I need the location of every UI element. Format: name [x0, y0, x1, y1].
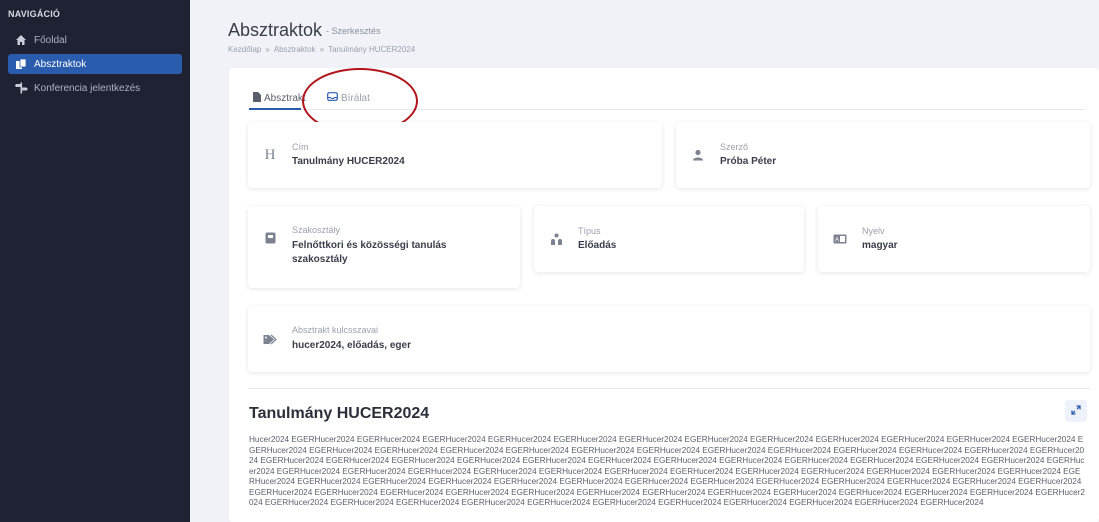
- card-label: Nyelv: [862, 226, 885, 236]
- expand-icon: [1071, 402, 1081, 420]
- tab-label: Absztrakt: [264, 93, 306, 104]
- document-body: Hucer2024 EGERHucer2024 EGERHucer2024 EG…: [249, 435, 1085, 507]
- sidebar-item-label: Főoldal: [34, 34, 67, 46]
- breadcrumb-current: Tanulmány HUCER2024: [328, 45, 416, 54]
- breadcrumb-absztraktok[interactable]: Absztraktok: [274, 45, 316, 54]
- nav-heading: NAVIGÁCIÓ: [8, 9, 61, 19]
- signpost-icon: [14, 81, 28, 95]
- breadcrumb-separator: »: [265, 45, 270, 54]
- breadcrumb-home[interactable]: Kezdőlap: [228, 45, 261, 54]
- card-szerzo: Szerző Próba Péter: [676, 122, 1090, 188]
- card-label: Cím: [292, 142, 309, 152]
- inbox-icon: [327, 92, 338, 104]
- card-label: Absztrakt kulcsszavai: [292, 325, 379, 335]
- sidebar-item-fooldal[interactable]: Főoldal: [8, 30, 182, 50]
- card-kulcsszavak: Absztrakt kulcsszavai hucer2024, előadás…: [248, 306, 1090, 372]
- section-divider: [248, 388, 1090, 389]
- page-title-text: Absztraktok: [228, 20, 323, 40]
- page-title: Absztraktok - Szerkesztés: [228, 20, 381, 41]
- page-subtitle: - Szerkesztés: [326, 26, 381, 37]
- card-tipus: Típus Előadás: [534, 206, 804, 272]
- sidebar: NAVIGÁCIÓ Főoldal Absztraktok Konferenci…: [0, 0, 190, 522]
- card-label: Szakosztály: [292, 225, 341, 235]
- card-value: Előadás: [578, 240, 617, 251]
- document-icon: [253, 92, 261, 105]
- breadcrumb-separator: »: [319, 45, 325, 54]
- tab-label: Bírálat: [341, 92, 370, 104]
- svg-text:A: A: [835, 238, 839, 244]
- breadcrumb: Kezdőlap » Absztraktok » Tanulmány HUCER…: [228, 45, 415, 54]
- card-value: magyar: [862, 240, 898, 251]
- home-icon: [14, 33, 28, 47]
- heading-icon: H: [264, 146, 276, 163]
- tab-bar: Absztrakt Bírálat: [249, 88, 1085, 110]
- expand-button[interactable]: [1065, 400, 1087, 422]
- card-value: Próba Péter: [720, 156, 777, 167]
- sidebar-item-label: Absztraktok: [34, 58, 87, 70]
- card-value: Felnőttkori és közösségi tanulás szakosz…: [292, 240, 447, 265]
- card-value: Tanulmány HUCER2024: [292, 156, 405, 167]
- user-icon: [690, 147, 706, 163]
- documents-icon: [14, 57, 28, 71]
- card-label: Típus: [578, 226, 601, 236]
- presentation-icon: [548, 231, 564, 247]
- tags-icon: [262, 331, 278, 347]
- book-icon: [262, 230, 278, 246]
- card-value: hucer2024, előadás, eger: [292, 340, 411, 351]
- tab-absztrakt[interactable]: Absztrakt: [253, 92, 306, 105]
- card-cim: H Cím Tanulmány HUCER2024: [248, 122, 662, 188]
- document-title: Tanulmány HUCER2024: [249, 405, 430, 422]
- language-icon: A: [832, 231, 848, 247]
- main-panel: Absztrakt Bírálat H Cím Tanulmány HUCER2…: [229, 68, 1099, 522]
- card-szakosztaly: Szakosztály Felnőttkori és közösségi tan…: [248, 206, 520, 288]
- card-nyelv: A Nyelv magyar: [818, 206, 1090, 272]
- active-tab-indicator: [249, 108, 301, 110]
- sidebar-item-label: Konferencia jelentkezés: [34, 82, 141, 94]
- sidebar-item-konferencia[interactable]: Konferencia jelentkezés: [8, 78, 182, 98]
- card-label: Szerző: [720, 142, 749, 152]
- tab-biralat[interactable]: Bírálat: [327, 92, 370, 104]
- sidebar-item-absztraktok[interactable]: Absztraktok: [8, 54, 182, 74]
